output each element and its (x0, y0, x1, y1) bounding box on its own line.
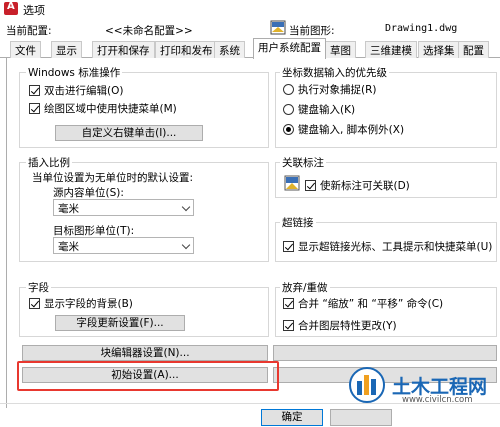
current-drawing-value: Drawing1.dwg (385, 23, 458, 34)
insert-scale-title: 插入比例 (26, 155, 72, 170)
field-update-settings-button[interactable]: 字段更新设置(F)... (55, 315, 185, 331)
combine-layer-checkbox[interactable] (283, 320, 294, 331)
target-units-select[interactable]: 毫米 (53, 237, 194, 254)
current-profile-value: <<未命名配置>> (105, 25, 193, 37)
dimension-icon (284, 175, 300, 191)
tab-selection[interactable]: 选择集 (418, 41, 460, 58)
tab-profiles[interactable]: 配置 (458, 41, 489, 58)
highlight-box (17, 361, 279, 391)
target-units-label: 目标图形单位(T): (53, 225, 135, 237)
new-dims-associative-checkbox[interactable] (305, 180, 316, 191)
block-editor-settings-button[interactable]: 块编辑器设置(N)... (22, 345, 268, 361)
current-profile-label: 当前配置: (6, 25, 52, 37)
windows-ops-title: Windows 标准操作 (26, 65, 123, 80)
insert-scale-desc: 当单位设置为无单位时的默认设置: (32, 172, 194, 184)
source-units-select[interactable]: 毫米 (53, 199, 194, 216)
drawing-icon (270, 20, 286, 35)
radio-object-snap-label: 执行对象捕捉(R) (298, 84, 377, 96)
tab-plot-publish[interactable]: 打印和发布 (155, 41, 218, 58)
tab-open-save[interactable]: 打开和保存 (92, 41, 155, 58)
tab-3d-modeling[interactable]: 三维建模 (365, 41, 417, 58)
window-title: 选项 (23, 4, 45, 17)
source-units-label: 源内容单位(S): (53, 187, 124, 199)
chevron-down-icon (181, 202, 191, 212)
double-click-edit-label: 双击进行编辑(O) (44, 85, 124, 97)
hyperlink-cursor-checkbox[interactable] (283, 241, 294, 252)
radio-object-snap[interactable] (283, 84, 294, 95)
radio-keyboard-except-scripts-label: 键盘输入, 脚本例外(X) (298, 124, 405, 136)
double-click-edit-checkbox[interactable] (29, 85, 40, 96)
watermark-logo (349, 367, 385, 403)
watermark-url: www.civilcn.com (402, 395, 473, 405)
cancel-button[interactable] (330, 409, 392, 426)
radio-keyboard-except-scripts[interactable] (283, 124, 294, 135)
tab-display[interactable]: 显示 (51, 41, 82, 58)
tab-files[interactable]: 文件 (10, 41, 41, 58)
combine-zoom-pan-checkbox[interactable] (283, 298, 294, 309)
radio-keyboard-entry-label: 键盘输入(K) (298, 104, 356, 116)
shortcut-menu-checkbox[interactable] (29, 103, 40, 114)
new-dims-associative-label: 使新标注可关联(D) (320, 180, 410, 192)
combine-zoom-pan-label: 合并 “缩放” 和 “平移” 命令(C) (298, 298, 444, 310)
radio-keyboard-entry[interactable] (283, 104, 294, 115)
title-bar: 选项 (0, 0, 500, 17)
field-background-label: 显示字段的背景(B) (44, 298, 133, 310)
coord-priority-title: 坐标数据输入的优先级 (280, 65, 389, 80)
tab-drafting[interactable]: 草图 (325, 41, 356, 58)
fields-title: 字段 (26, 280, 51, 295)
lineweight-settings-button[interactable] (273, 345, 497, 361)
shortcut-menu-label: 绘图区域中使用快捷菜单(M) (44, 103, 177, 115)
hyperlink-title: 超链接 (280, 215, 316, 230)
combine-layer-label: 合并图层特性更改(Y) (298, 320, 397, 332)
field-background-checkbox[interactable] (29, 298, 40, 309)
undo-redo-title: 放弃/重做 (280, 280, 330, 295)
associative-dim-title: 关联标注 (280, 155, 326, 170)
hyperlink-cursor-label: 显示超链接光标、工具提示和快捷菜单(U) (298, 241, 493, 253)
custom-right-click-button[interactable]: 自定义右键单击(I)... (55, 125, 203, 141)
current-drawing-label: 当前图形: (289, 25, 335, 37)
chevron-down-icon (181, 240, 191, 250)
ok-button[interactable]: 确定 (261, 409, 323, 426)
tab-user-preferences[interactable]: 用户系统配置 (253, 38, 326, 59)
tab-system[interactable]: 系统 (214, 41, 245, 58)
app-icon (4, 1, 18, 15)
